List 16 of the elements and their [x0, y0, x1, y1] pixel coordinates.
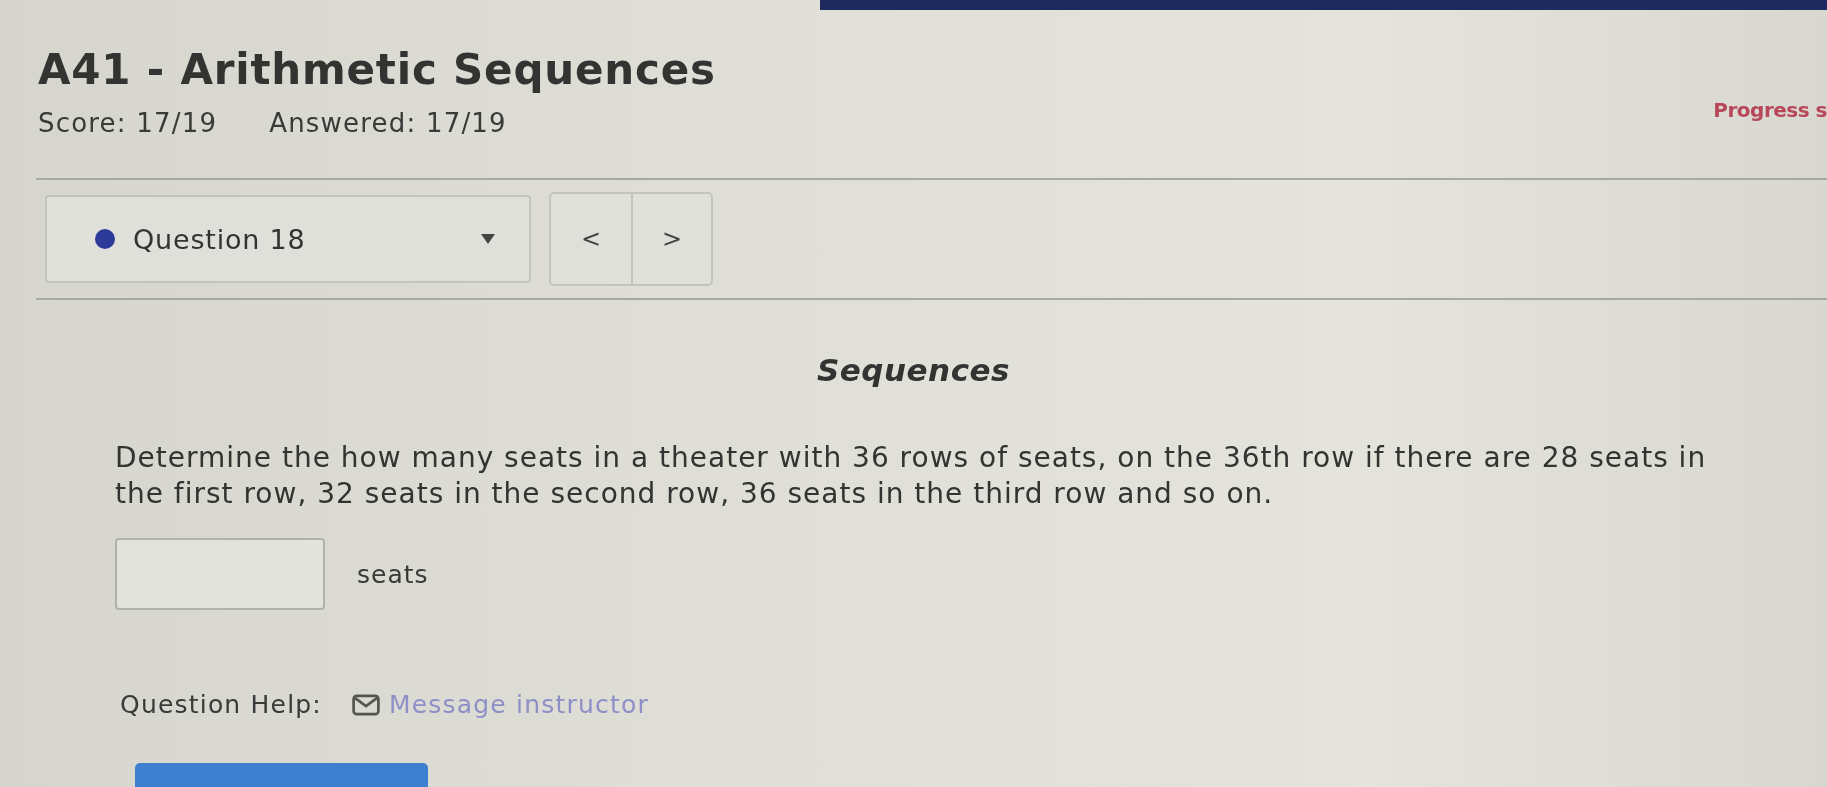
unit-label: seats — [357, 559, 429, 589]
page-title: A41 - Arithmetic Sequences — [38, 44, 716, 96]
help-label: Question Help: — [120, 690, 322, 719]
mail-icon — [352, 693, 380, 716]
question-select[interactable]: Question 18 — [45, 195, 531, 283]
next-button[interactable]: > — [631, 194, 711, 284]
answered-text: Answered: 17/19 — [269, 108, 507, 138]
question-text: Determine the how many seats in a theater with 36 rows of seats, on the 36th row if there are 28 seats in the first row, 32 seats in the second row, 36 seats in the third row and so on. — [115, 440, 1708, 512]
progress-text: Progress s — [1713, 98, 1827, 122]
question-heading: Sequences — [815, 351, 1012, 390]
previous-button[interactable]: < — [551, 194, 631, 284]
caret-icon — [481, 234, 495, 244]
answer-field[interactable] — [115, 538, 325, 610]
status-dot-icon — [95, 229, 115, 249]
score-text: Score: 17/19 — [38, 108, 218, 138]
cut-off-button[interactable] — [135, 763, 428, 787]
